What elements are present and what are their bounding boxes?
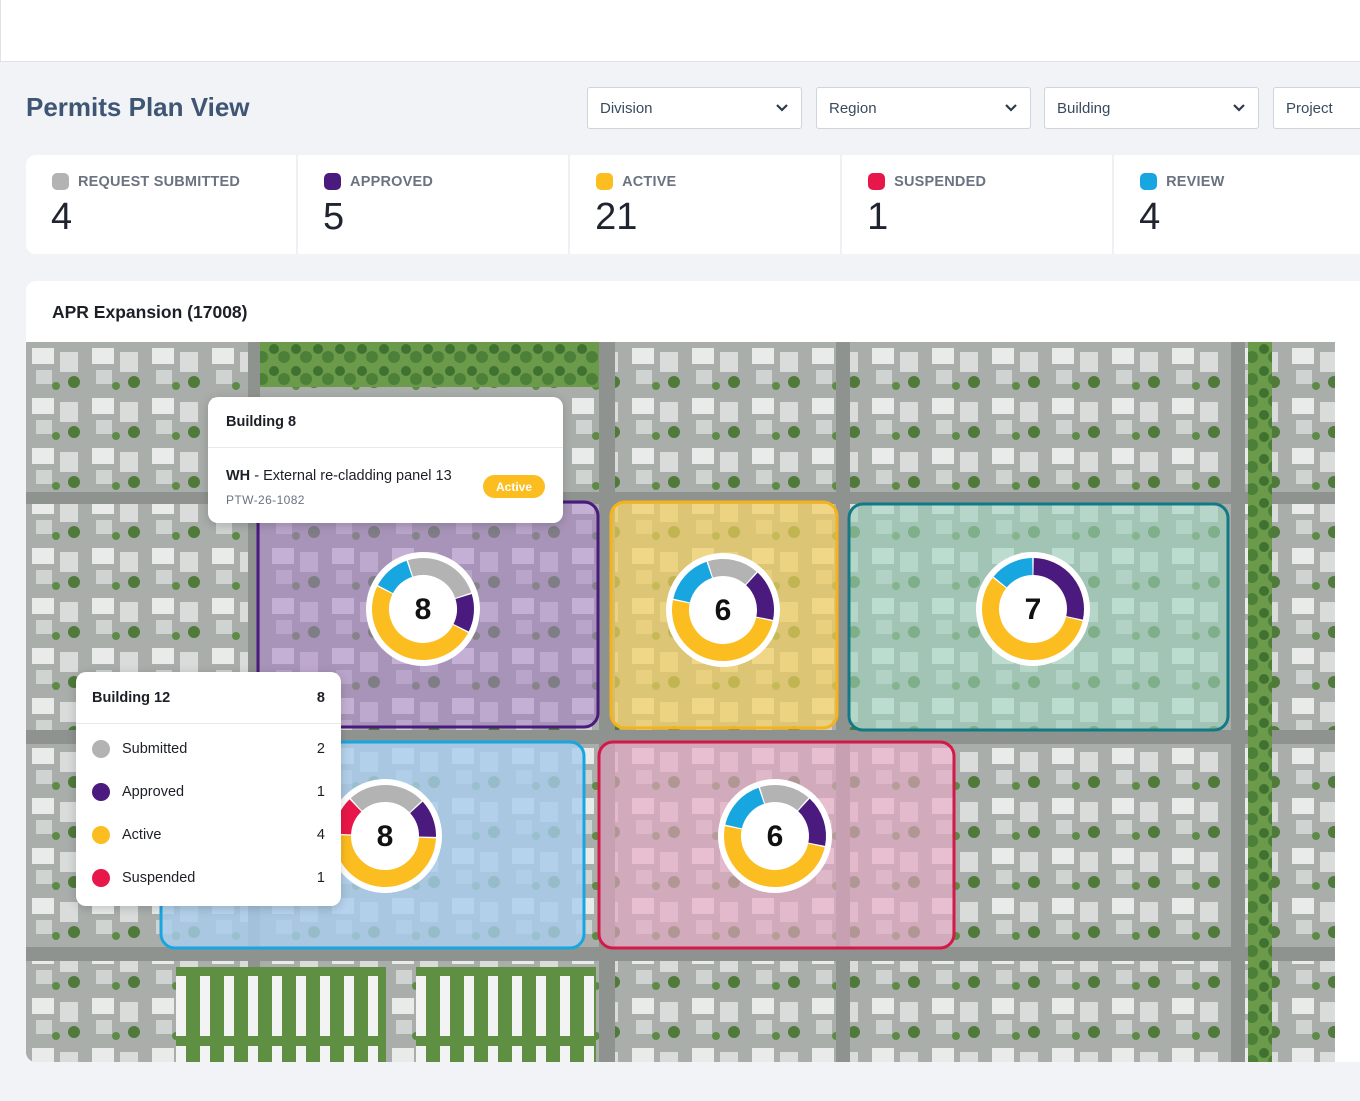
region-filter-label: Region xyxy=(829,99,877,117)
status-dot xyxy=(92,740,110,758)
legend-count: 1 xyxy=(316,784,325,800)
legend-label: Suspended xyxy=(122,870,196,886)
building-8-tooltip: Building 8 WH - External re-cladding pan… xyxy=(208,397,563,523)
permit-separator: - xyxy=(250,468,264,484)
status-dot xyxy=(92,869,110,887)
stat-label: ACTIVE xyxy=(622,173,677,190)
status-swatch xyxy=(52,173,69,190)
legend-label: Approved xyxy=(122,784,185,800)
division-filter[interactable]: Division xyxy=(587,87,802,129)
legend-label: Submitted xyxy=(122,741,188,757)
donut-total: 8 xyxy=(377,820,394,853)
donut-total: 8 xyxy=(415,593,432,626)
building-filter-label: Building xyxy=(1057,99,1111,117)
stat-value: 4 xyxy=(51,196,73,238)
legend-row-suspended: Suspended 1 xyxy=(92,869,325,887)
permit-id: PTW-26-1082 xyxy=(226,493,305,507)
permit-code: WH xyxy=(226,468,251,484)
status-swatch xyxy=(324,173,342,190)
page-title: Permits Plan View xyxy=(26,92,250,122)
stat-value: 1 xyxy=(867,196,889,238)
status-dot xyxy=(92,826,110,844)
top-bar xyxy=(0,0,1360,62)
permit-description-text: External re-cladding panel 13 xyxy=(263,468,452,484)
stat-value: 21 xyxy=(595,196,638,238)
legend-count: 1 xyxy=(316,870,325,886)
status-summary: REQUEST SUBMITTED 4 APPROVED 5 ACTIVE 21… xyxy=(26,155,1360,254)
status-swatch xyxy=(596,173,614,190)
stat-review[interactable]: REVIEW 4 xyxy=(1114,155,1360,254)
stat-value: 4 xyxy=(1139,196,1161,238)
legend-row-active: Active 4 xyxy=(92,826,325,844)
donut-total: 7 xyxy=(1025,593,1042,626)
status-swatch xyxy=(868,173,886,190)
legend-label: Active xyxy=(122,827,162,843)
status-badge: Active xyxy=(483,475,545,498)
project-title: APR Expansion (17008) xyxy=(52,302,248,322)
tooltip-title: Building 12 xyxy=(92,690,171,706)
chevron-down-icon xyxy=(775,101,789,115)
permit-description[interactable]: WH - External re-cladding panel 13 xyxy=(226,468,452,484)
status-swatch xyxy=(1140,173,1158,190)
donut-segment-submitted[interactable] xyxy=(707,559,757,585)
stat-approved[interactable]: APPROVED 5 xyxy=(298,155,571,254)
building-12-tooltip: Building 12 8 Submitted 2 Approved 1 Act… xyxy=(76,672,341,906)
region-filter[interactable]: Region xyxy=(816,87,1031,129)
tooltip-title: Building 8 xyxy=(208,397,563,448)
building-filter[interactable]: Building xyxy=(1044,87,1259,129)
legend-row-approved: Approved 1 xyxy=(92,783,325,801)
donut-segment-submitted[interactable] xyxy=(759,785,809,811)
project-filter[interactable]: Project xyxy=(1273,87,1360,129)
donut-total: 6 xyxy=(715,594,732,627)
stat-label: SUSPENDED xyxy=(894,173,987,190)
project-filter-label: Project xyxy=(1286,99,1333,117)
legend-row-submitted: Submitted 2 xyxy=(92,740,325,758)
status-dot xyxy=(92,783,110,801)
chevron-down-icon xyxy=(1232,101,1246,115)
donut-total: 6 xyxy=(767,820,784,853)
stat-suspended[interactable]: SUSPENDED 1 xyxy=(842,155,1115,254)
stat-request-submitted[interactable]: REQUEST SUBMITTED 4 xyxy=(26,155,299,254)
legend-count: 4 xyxy=(316,827,325,843)
stat-value: 5 xyxy=(323,196,345,238)
stat-label: APPROVED xyxy=(350,173,434,190)
stat-label: REQUEST SUBMITTED xyxy=(78,173,241,190)
tooltip-total: 8 xyxy=(316,690,325,706)
stat-label: REVIEW xyxy=(1166,173,1225,190)
donut-segment-approved[interactable] xyxy=(453,593,474,632)
chevron-down-icon xyxy=(1004,101,1018,115)
division-filter-label: Division xyxy=(600,99,653,117)
tooltip-header: Building 12 8 xyxy=(76,672,341,724)
stat-active[interactable]: ACTIVE 21 xyxy=(570,155,843,254)
legend-count: 2 xyxy=(316,741,325,757)
